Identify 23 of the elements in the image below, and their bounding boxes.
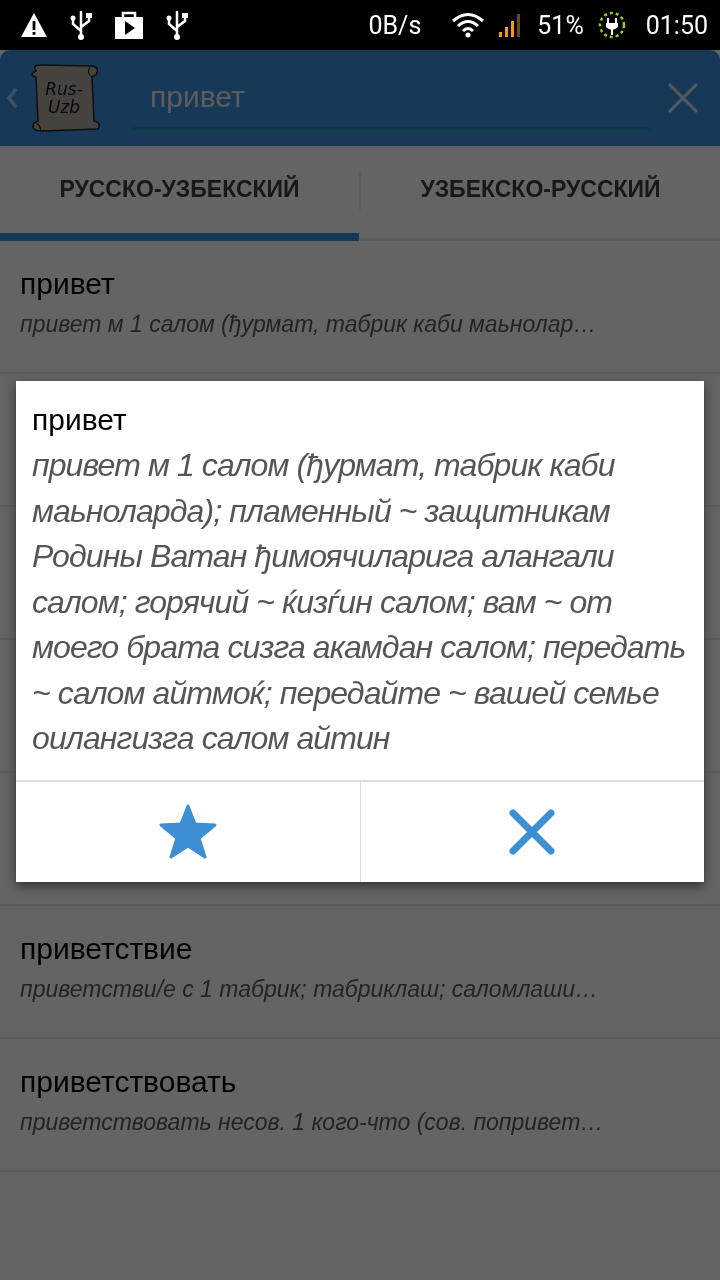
dialog-title: привет [32, 403, 127, 437]
tab[interactable]: УЗБЕКСКО-РУССКИЙ [361, 146, 720, 241]
battery-level: 51% [537, 10, 584, 40]
close-icon [509, 808, 556, 855]
clock: 01:50 [645, 10, 708, 40]
star-icon [158, 804, 217, 859]
wifi-icon [451, 12, 486, 38]
usb-icon [166, 9, 188, 41]
tab[interactable]: РУССКО-УЗБЕКСКИЙ [0, 146, 359, 241]
close-button[interactable] [360, 781, 704, 882]
entry-summary: приветстви/е с 1 табрик; табриклаш; саломлаши… [20, 976, 599, 1003]
close-icon[interactable] [666, 81, 700, 115]
entry-word[interactable]: приветствие [20, 932, 193, 966]
network-speed: 0B/s [368, 10, 422, 40]
entry-summary: привет м 1 салом (ђурмат, табрик каби маьнолар… [20, 311, 597, 338]
entry-word[interactable]: приветствовать [20, 1065, 237, 1099]
entry-summary: приветствовать несов. 1 кого-что (сов. попривет… [20, 1109, 604, 1136]
entry-word[interactable]: привет [20, 267, 115, 301]
warning-icon [20, 12, 48, 38]
definition-text: привет м 1 салом (ђурмат, табрик каби маьноларда); пламенный ~ защитникам Родины Ватан ђимоячиларига алангали салом; горячий ~ ќизѓин салом; вам ~ от моего брата сизга акамдан салом; передать ~ салом айтмоќ; передайте ~ вашей семье оилангизга салом айтин [32, 446, 687, 758]
usb-icon [70, 9, 92, 41]
favorite-button[interactable] [16, 781, 360, 882]
charging-icon [597, 9, 626, 41]
